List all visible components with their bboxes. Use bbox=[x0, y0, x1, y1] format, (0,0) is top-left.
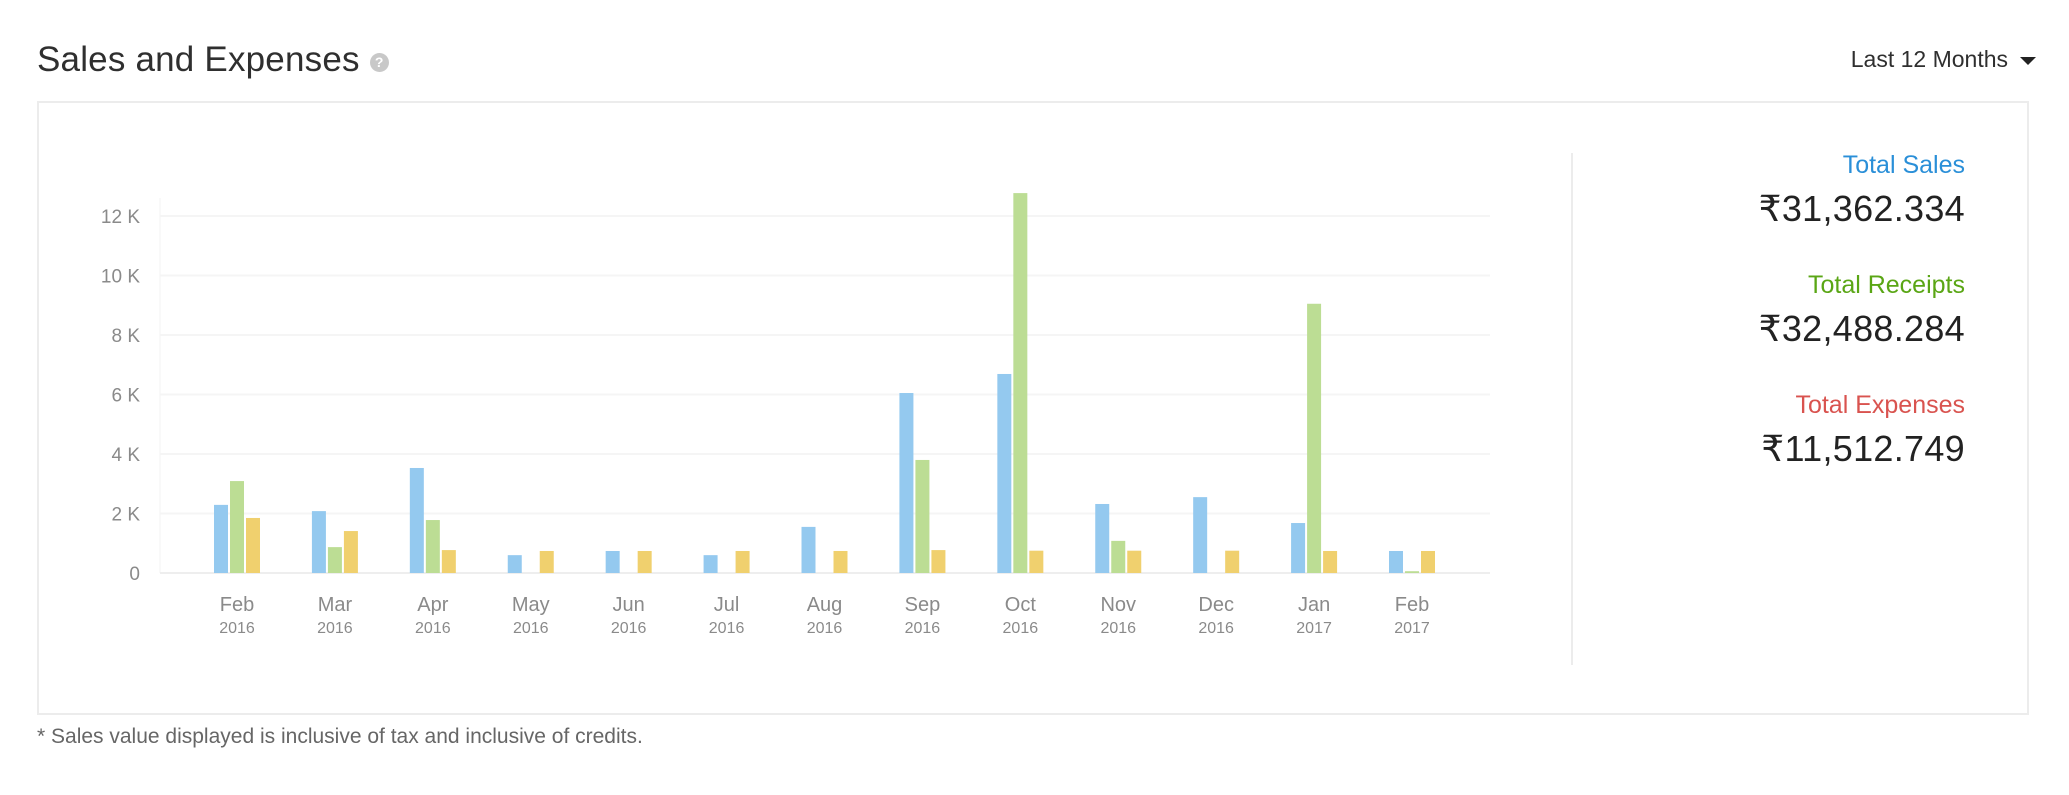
x-tick-month: Aug bbox=[807, 594, 843, 616]
bar-expenses-jan-2017[interactable] bbox=[1323, 550, 1338, 573]
total-receipts-label: Total Receipts bbox=[1807, 271, 1965, 299]
bar-sales-may-2016[interactable] bbox=[507, 555, 522, 573]
x-tick-month: Jan bbox=[1298, 594, 1330, 616]
y-tick-label: 0 bbox=[129, 564, 140, 585]
x-tick-month: Feb bbox=[220, 594, 254, 616]
bar-sales-jun-2016[interactable] bbox=[605, 550, 620, 573]
y-tick-label: 2 K bbox=[111, 505, 140, 526]
date-range-dropdown[interactable]: Last 12 Months bbox=[1851, 46, 2036, 73]
x-tick-month: Feb bbox=[1395, 594, 1429, 616]
x-tick-year: 2016 bbox=[1198, 620, 1234, 637]
bar-receipts-nov-2016[interactable] bbox=[1111, 540, 1126, 573]
bar-expenses-jun-2016[interactable] bbox=[637, 550, 652, 573]
bar-sales-nov-2016[interactable] bbox=[1095, 503, 1110, 573]
x-tick-month: Oct bbox=[1005, 594, 1037, 616]
bar-sales-sep-2016[interactable] bbox=[899, 393, 914, 573]
x-tick-year: 2016 bbox=[219, 620, 255, 637]
x-tick-month: Jun bbox=[613, 594, 645, 616]
x-tick-year: 2016 bbox=[513, 620, 549, 637]
bar-expenses-nov-2016[interactable] bbox=[1127, 550, 1142, 573]
bar-expenses-apr-2016[interactable] bbox=[441, 550, 456, 573]
bar-expenses-feb-2016[interactable] bbox=[246, 517, 260, 573]
total-expenses-value: ₹11,512.749 bbox=[1761, 428, 1965, 469]
bar-sales-aug-2016[interactable] bbox=[801, 526, 816, 573]
x-tick-year: 2017 bbox=[1296, 620, 1332, 637]
summary-total-expenses: Total Expenses ₹11,512.749 bbox=[1759, 390, 1965, 472]
bar-chart: 0 2 K 4 K 6 K 8 K 10 K 12 K Feb 2016 Mar 2016 Apr 2… bbox=[101, 193, 1490, 637]
bar-expenses-sep-2016[interactable] bbox=[931, 550, 946, 573]
bar-sales-apr-2016[interactable] bbox=[409, 467, 424, 573]
y-tick-label: 6 K bbox=[111, 386, 140, 407]
bar-receipts-feb-2017[interactable] bbox=[1405, 571, 1419, 573]
caret-down-icon bbox=[2020, 57, 2036, 65]
total-expenses-label: Total Expenses bbox=[1795, 391, 1965, 419]
x-tick-month: Sep bbox=[905, 594, 941, 616]
bar-sales-feb-2017[interactable] bbox=[1389, 550, 1403, 573]
y-axis-ticks: 0 2 K 4 K 6 K 8 K 10 K 12 K bbox=[101, 207, 140, 585]
x-tick-year: 2016 bbox=[1003, 620, 1039, 637]
bar-receipts-jan-2017[interactable] bbox=[1307, 303, 1322, 573]
bar-receipts-feb-2016[interactable] bbox=[230, 481, 244, 573]
bar-receipts-mar-2016[interactable] bbox=[327, 547, 342, 573]
summary-panel: Total Sales ₹31,362.334 Total Receipts ₹… bbox=[1759, 150, 1965, 510]
y-tick-label: 8 K bbox=[111, 326, 140, 347]
x-tick-month: Dec bbox=[1198, 594, 1234, 616]
bar-sales-dec-2016[interactable] bbox=[1193, 497, 1208, 573]
x-tick-year: 2016 bbox=[1100, 620, 1136, 637]
x-tick-month: Mar bbox=[318, 594, 353, 616]
bar-expenses-may-2016[interactable] bbox=[539, 550, 554, 573]
x-tick-year: 2016 bbox=[709, 620, 745, 637]
summary-total-receipts: Total Receipts ₹32,488.284 bbox=[1759, 270, 1965, 352]
bar-expenses-jul-2016[interactable] bbox=[735, 550, 750, 573]
x-tick-month: Apr bbox=[417, 594, 448, 616]
x-tick-month: May bbox=[512, 594, 550, 616]
x-tick-year: 2016 bbox=[611, 620, 647, 637]
bar-receipts-apr-2016[interactable] bbox=[425, 520, 440, 573]
bar-expenses-dec-2016[interactable] bbox=[1225, 550, 1240, 573]
y-tick-label: 10 K bbox=[101, 267, 140, 288]
x-tick-year: 2017 bbox=[1394, 620, 1430, 637]
bar-sales-oct-2016[interactable] bbox=[997, 373, 1012, 573]
bar-sales-jan-2017[interactable] bbox=[1291, 523, 1306, 573]
bar-expenses-mar-2016[interactable] bbox=[343, 531, 358, 573]
y-tick-label: 12 K bbox=[101, 207, 140, 228]
total-sales-label: Total Sales bbox=[1842, 151, 1965, 179]
grid-lines bbox=[159, 198, 1490, 574]
x-tick-year: 2016 bbox=[807, 620, 843, 637]
x-tick-month: Jul bbox=[714, 594, 740, 616]
bar-expenses-aug-2016[interactable] bbox=[833, 550, 848, 573]
bar-sales-jul-2016[interactable] bbox=[703, 555, 718, 573]
footnote: * Sales value displayed is inclusive of … bbox=[37, 725, 643, 748]
summary-total-sales: Total Sales ₹31,362.334 bbox=[1759, 150, 1965, 232]
date-range-label: Last 12 Months bbox=[1850, 46, 2008, 72]
bar-receipts-oct-2016[interactable] bbox=[1013, 193, 1028, 573]
bar-receipts-sep-2016[interactable] bbox=[915, 459, 930, 573]
bars bbox=[214, 193, 1435, 573]
bar-sales-mar-2016[interactable] bbox=[311, 511, 326, 573]
x-tick-year: 2016 bbox=[415, 620, 451, 637]
total-receipts-value: ₹32,488.284 bbox=[1758, 308, 1965, 349]
panel-divider bbox=[1571, 153, 1573, 665]
total-sales-value: ₹31,362.334 bbox=[1758, 188, 1965, 229]
y-tick-label: 4 K bbox=[111, 445, 140, 466]
x-tick-month: Nov bbox=[1100, 594, 1136, 616]
bar-expenses-feb-2017[interactable] bbox=[1421, 550, 1435, 573]
bar-expenses-oct-2016[interactable] bbox=[1029, 550, 1044, 573]
x-tick-year: 2016 bbox=[905, 620, 941, 637]
x-tick-year: 2016 bbox=[317, 620, 353, 637]
bar-sales-feb-2016[interactable] bbox=[214, 504, 228, 573]
x-axis-ticks: Feb 2016 Mar 2016 Apr 2016 May 2016 Jun 2016 Jul 20… bbox=[219, 594, 1430, 637]
